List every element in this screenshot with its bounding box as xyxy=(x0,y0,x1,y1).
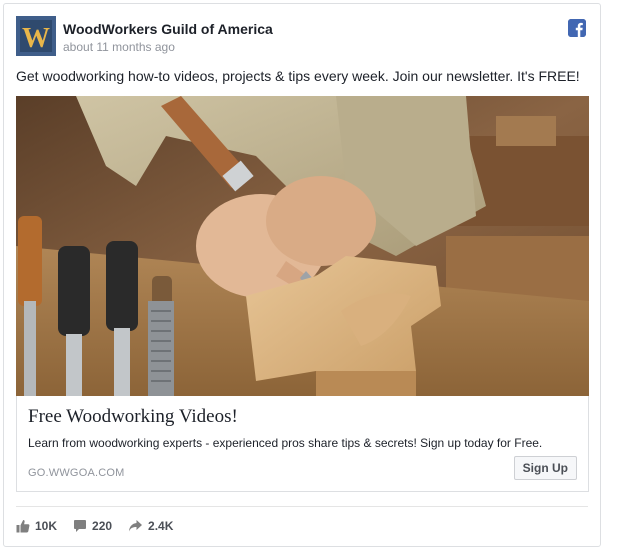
engagement-stats: 10K 220 2.4K xyxy=(16,517,189,535)
comments-value: 220 xyxy=(92,519,113,533)
facebook-icon xyxy=(568,19,586,37)
shares-count[interactable]: 2.4K xyxy=(128,519,173,533)
link-domain: GO.WWGOA.COM xyxy=(28,467,125,479)
shares-value: 2.4K xyxy=(148,519,174,533)
svg-text:W: W xyxy=(22,23,50,54)
page-logo[interactable]: W xyxy=(16,16,56,56)
sponsored-post-card: W WoodWorkers Guild of America about 11 … xyxy=(3,3,601,547)
post-timestamp[interactable]: about 11 months ago xyxy=(63,40,175,54)
likes-value: 10K xyxy=(35,519,58,533)
comments-count[interactable]: 220 xyxy=(73,519,112,533)
comment-icon xyxy=(74,520,87,532)
link-title[interactable]: Free Woodworking Videos! xyxy=(28,406,238,428)
page-name-link[interactable]: WoodWorkers Guild of America xyxy=(63,21,273,37)
link-preview[interactable]: Free Woodworking Videos! Learn from wood… xyxy=(16,396,589,492)
divider xyxy=(16,506,588,507)
link-description: Learn from woodworking experts - experie… xyxy=(28,436,543,450)
likes-count[interactable]: 10K xyxy=(16,519,57,533)
thumbs-up-icon xyxy=(16,520,30,533)
sign-up-button[interactable]: Sign Up xyxy=(513,456,577,480)
post-image[interactable] xyxy=(16,96,589,396)
share-icon xyxy=(129,520,143,532)
post-message: Get woodworking how-to videos, projects … xyxy=(16,68,580,84)
post-header: W WoodWorkers Guild of America about 11 … xyxy=(16,16,588,58)
